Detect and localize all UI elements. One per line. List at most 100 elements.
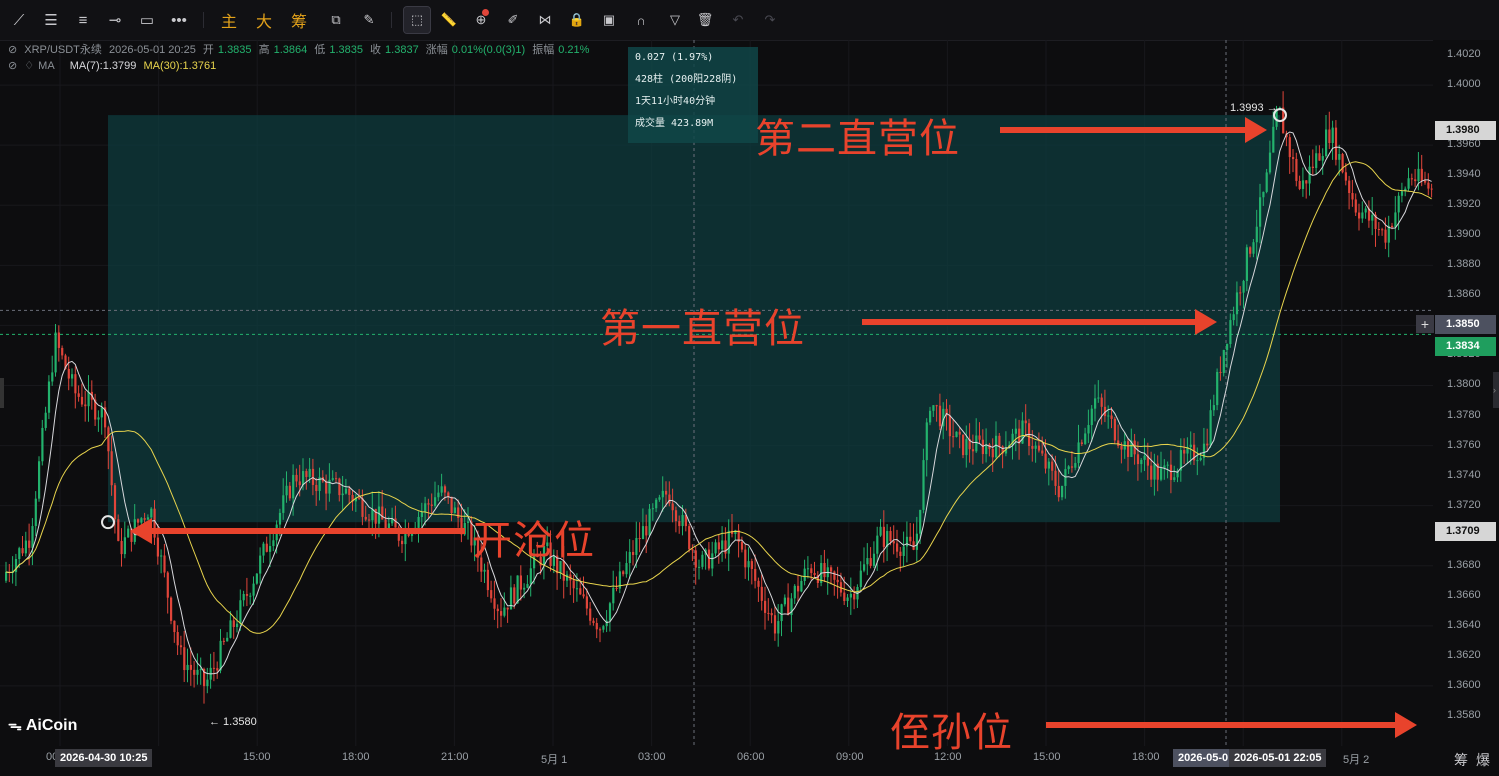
candle-body xyxy=(747,561,750,568)
filter-icon[interactable]: ▽ xyxy=(662,7,688,33)
annotation-first: 第一直营位 xyxy=(600,306,805,352)
alert-icon[interactable]: ♢ xyxy=(24,60,34,72)
candle-body xyxy=(1136,454,1140,465)
candle-body xyxy=(1315,153,1318,168)
lock-icon[interactable]: 🔒 xyxy=(564,7,590,33)
candle-body xyxy=(899,551,902,556)
candle-body xyxy=(773,615,777,634)
candle-body xyxy=(1070,466,1074,468)
candle-body xyxy=(1354,199,1357,213)
chips-indicator-button[interactable]: 筹 xyxy=(286,7,312,33)
candle-body xyxy=(1252,242,1255,254)
visibility-icon[interactable]: ▣ xyxy=(596,7,622,33)
horizontal-ray-icon[interactable]: ⊸ xyxy=(102,7,128,33)
candle-body xyxy=(1047,461,1050,469)
price-chart[interactable] xyxy=(0,40,1433,746)
candle-body xyxy=(582,594,585,597)
collapse-icon[interactable]: ⊘ xyxy=(8,60,17,72)
aicoin-logo-icon: ᯓ xyxy=(8,717,22,733)
candle-body xyxy=(1183,450,1186,454)
candle-body xyxy=(239,600,242,624)
candle-body xyxy=(1031,445,1034,449)
left-collapse-handle[interactable] xyxy=(0,378,4,408)
main-indicator-button[interactable]: 主 xyxy=(216,7,242,33)
candle-body xyxy=(259,555,262,574)
candle-body xyxy=(1351,193,1354,200)
candle-body xyxy=(1080,442,1083,444)
candle-body xyxy=(615,587,618,589)
candle-body xyxy=(724,540,727,554)
candle-body xyxy=(100,407,103,418)
candle-body xyxy=(526,584,529,588)
candle-body xyxy=(496,608,499,612)
candle-body xyxy=(863,564,866,571)
magnet-icon[interactable]: ∩ xyxy=(628,7,654,33)
candle-body xyxy=(1057,485,1060,498)
candle-body xyxy=(734,530,737,535)
price-tick-label: 1.3680 xyxy=(1447,558,1481,571)
candle-body xyxy=(196,669,199,675)
candle-body xyxy=(364,516,367,520)
chips-button[interactable]: 筹 xyxy=(1454,750,1468,770)
line-tool-icon[interactable]: ⟋ xyxy=(6,7,32,33)
high-price-mark: 1.3993 → xyxy=(1230,102,1278,114)
parallel-lines-icon[interactable]: ☰ xyxy=(38,7,64,33)
candle-body xyxy=(962,434,965,456)
ruler-icon[interactable]: 📏 xyxy=(436,7,462,33)
measure-icon[interactable]: ⧉ xyxy=(323,7,349,33)
draw-tool-icon[interactable]: ✎ xyxy=(356,7,382,33)
candle-body xyxy=(892,541,895,544)
candle-body xyxy=(1268,152,1272,173)
candle-body xyxy=(869,558,872,566)
candle-body xyxy=(1061,485,1064,498)
rectangle-icon[interactable]: ▭ xyxy=(134,7,160,33)
settings-icon[interactable]: ⊘ xyxy=(8,44,17,56)
candle-body xyxy=(948,415,951,437)
candle-body xyxy=(1371,214,1374,221)
candle-body xyxy=(922,460,925,510)
candle-body xyxy=(879,526,882,536)
horizontal-lines-icon[interactable]: ≡ xyxy=(70,7,96,33)
redo-icon[interactable]: ↷ xyxy=(757,7,783,33)
candle-body xyxy=(31,526,34,548)
zoom-icon[interactable]: ⊕ xyxy=(468,7,494,33)
candle-body xyxy=(806,568,810,570)
pattern-icon[interactable]: ⋈ xyxy=(532,7,558,33)
candle-body xyxy=(1143,455,1146,460)
candle-body xyxy=(866,558,869,565)
candle-body xyxy=(800,580,803,592)
candle-body xyxy=(1400,191,1404,196)
time-axis[interactable]: 5月 2 18:00 15:00 12:00 09:00 06:00 03:00 5月 1 21… xyxy=(0,746,1433,776)
more-tools-icon[interactable]: ••• xyxy=(166,7,192,33)
right-collapse-handle[interactable]: › xyxy=(1493,372,1499,408)
undo-icon[interactable]: ↶ xyxy=(725,7,751,33)
candle-body xyxy=(54,332,57,373)
candle-body xyxy=(1301,180,1305,189)
range-end-time-tag: 2026-05-01 22:05 xyxy=(1229,749,1327,767)
ma-label[interactable]: MA xyxy=(38,60,55,72)
price-axis[interactable]: 1.3580 1.3600 1.3620 1.3640 1.3660 1.3680 1.37… xyxy=(1433,40,1499,746)
range-start-time-tag: 2026-04-30 10:25 xyxy=(55,749,153,767)
toolbar-separator xyxy=(391,12,392,28)
candle-body xyxy=(123,537,126,555)
large-order-button[interactable]: 大 xyxy=(251,7,277,33)
candle-body xyxy=(575,588,579,590)
aicoin-logo-text: AiCoin xyxy=(25,716,78,734)
candle-body xyxy=(925,422,928,461)
candle-body xyxy=(1153,463,1156,480)
candle-body xyxy=(645,526,648,536)
time-tick-label: 15:00 xyxy=(243,751,271,763)
candle-body xyxy=(1364,208,1367,213)
candle-body xyxy=(1034,445,1037,449)
candle-body xyxy=(566,574,569,581)
eraser-icon[interactable]: ✐ xyxy=(500,7,526,33)
price-tick-label: 1.4020 xyxy=(1447,48,1481,61)
add-alert-button[interactable]: + xyxy=(1416,315,1434,333)
delete-icon[interactable]: 🗑 xyxy=(692,7,718,33)
candle-body xyxy=(292,474,295,499)
price-range-icon[interactable]: ⬚ xyxy=(403,6,431,34)
candle-body xyxy=(41,427,44,462)
candle-body xyxy=(651,508,654,510)
liquidation-button[interactable]: 爆 xyxy=(1476,750,1490,770)
candle-body xyxy=(1305,180,1308,184)
